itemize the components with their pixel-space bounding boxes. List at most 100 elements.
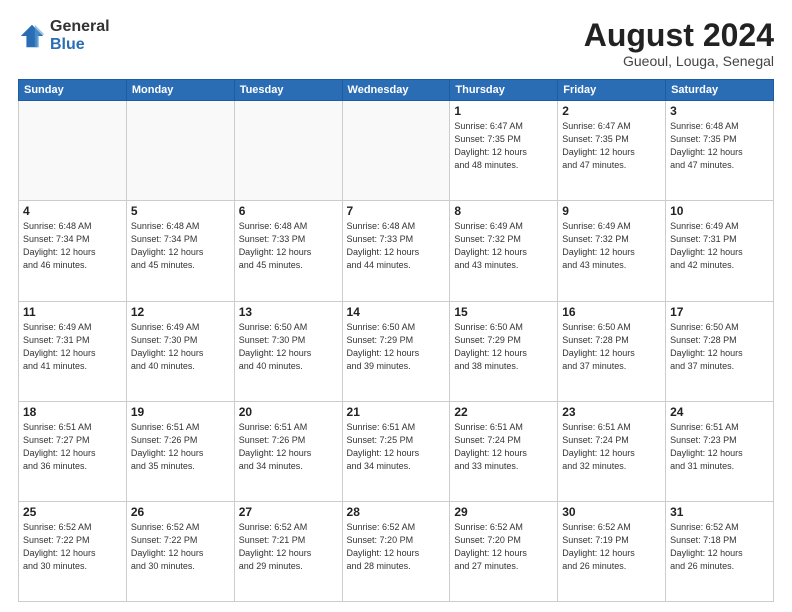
logo: General Blue: [18, 18, 110, 53]
day-number: 15: [454, 305, 553, 319]
day-info: Sunrise: 6:49 AM Sunset: 7:32 PM Dayligh…: [562, 220, 661, 272]
calendar-cell: 13 Sunrise: 6:50 AM Sunset: 7:30 PM Dayli…: [234, 301, 342, 401]
page: General Blue August 2024 Gueoul, Louga, …: [0, 0, 792, 612]
day-number: 14: [347, 305, 446, 319]
calendar-cell: 1Sunrise: 6:47 AM Sunset: 7:35 PM Daylig…: [450, 101, 558, 201]
calendar-cell: 25Sunrise: 6:52 AM Sunset: 7:22 PM Dayli…: [19, 501, 127, 601]
day-number: 10: [670, 204, 769, 218]
day-number: 13: [239, 305, 338, 319]
day-info: Sunrise: 6:50 AM Sunset: 7:29 PM Dayligh…: [454, 321, 553, 373]
calendar-cell: [126, 101, 234, 201]
calendar-day-header: Tuesday: [234, 80, 342, 101]
day-info: Sunrise: 6:49 AM Sunset: 7:32 PM Dayligh…: [454, 220, 553, 272]
day-info: Sunrise: 6:52 AM Sunset: 7:22 PM Dayligh…: [23, 521, 122, 573]
day-number: 24: [670, 405, 769, 419]
day-number: 11: [23, 305, 122, 319]
calendar-day-header: Thursday: [450, 80, 558, 101]
calendar-cell: 4Sunrise: 6:48 AM Sunset: 7:34 PM Daylig…: [19, 201, 127, 301]
calendar-week-row: 18 Sunrise: 6:51 AM Sunset: 7:27 PM Dayli…: [19, 401, 774, 501]
calendar-cell: 8 Sunrise: 6:49 AM Sunset: 7:32 PM Daylig…: [450, 201, 558, 301]
day-number: 17: [670, 305, 769, 319]
day-number: 31: [670, 505, 769, 519]
calendar-cell: 14 Sunrise: 6:50 AM Sunset: 7:29 PM Dayli…: [342, 301, 450, 401]
calendar-day-header: Monday: [126, 80, 234, 101]
day-info: Sunrise: 6:50 AM Sunset: 7:30 PM Dayligh…: [239, 321, 338, 373]
day-number: 6: [239, 204, 338, 218]
logo-general: General: [50, 18, 110, 36]
day-info: Sunrise: 6:50 AM Sunset: 7:28 PM Dayligh…: [670, 321, 769, 373]
day-number: 28: [347, 505, 446, 519]
day-number: 30: [562, 505, 661, 519]
day-number: 26: [131, 505, 230, 519]
day-number: 22: [454, 405, 553, 419]
day-number: 16: [562, 305, 661, 319]
day-info: Sunrise: 6:48 AM Sunset: 7:33 PM Dayligh…: [347, 220, 446, 272]
day-info: Sunrise: 6:52 AM Sunset: 7:18 PM Dayligh…: [670, 521, 769, 573]
calendar-week-row: 4Sunrise: 6:48 AM Sunset: 7:34 PM Daylig…: [19, 201, 774, 301]
calendar-week-row: 11 Sunrise: 6:49 AM Sunset: 7:31 PM Dayli…: [19, 301, 774, 401]
day-number: 5: [131, 204, 230, 218]
calendar-cell: [342, 101, 450, 201]
logo-text: General Blue: [50, 18, 110, 53]
day-info: Sunrise: 6:48 AM Sunset: 7:33 PM Dayligh…: [239, 220, 338, 272]
day-number: 20: [239, 405, 338, 419]
day-info: Sunrise: 6:52 AM Sunset: 7:20 PM Dayligh…: [347, 521, 446, 573]
day-number: 9: [562, 204, 661, 218]
day-number: 7: [347, 204, 446, 218]
calendar-cell: [234, 101, 342, 201]
calendar-week-row: 25Sunrise: 6:52 AM Sunset: 7:22 PM Dayli…: [19, 501, 774, 601]
calendar-cell: 11 Sunrise: 6:49 AM Sunset: 7:31 PM Dayli…: [19, 301, 127, 401]
calendar-cell: 21 Sunrise: 6:51 AM Sunset: 7:25 PM Dayli…: [342, 401, 450, 501]
calendar-cell: 23Sunrise: 6:51 AM Sunset: 7:24 PM Dayli…: [558, 401, 666, 501]
logo-icon: [18, 22, 46, 50]
calendar-cell: 10 Sunrise: 6:49 AM Sunset: 7:31 PM Dayli…: [666, 201, 774, 301]
day-number: 18: [23, 405, 122, 419]
calendar-cell: 7 Sunrise: 6:48 AM Sunset: 7:33 PM Daylig…: [342, 201, 450, 301]
calendar-cell: 28 Sunrise: 6:52 AM Sunset: 7:20 PM Dayli…: [342, 501, 450, 601]
day-info: Sunrise: 6:51 AM Sunset: 7:26 PM Dayligh…: [131, 421, 230, 473]
day-info: Sunrise: 6:50 AM Sunset: 7:29 PM Dayligh…: [347, 321, 446, 373]
calendar-header-row: SundayMondayTuesdayWednesdayThursdayFrid…: [19, 80, 774, 101]
title-area: August 2024 Gueoul, Louga, Senegal: [584, 18, 774, 69]
logo-blue: Blue: [50, 36, 110, 54]
day-number: 27: [239, 505, 338, 519]
day-info: Sunrise: 6:49 AM Sunset: 7:30 PM Dayligh…: [131, 321, 230, 373]
day-info: Sunrise: 6:48 AM Sunset: 7:34 PM Dayligh…: [131, 220, 230, 272]
day-info: Sunrise: 6:52 AM Sunset: 7:21 PM Dayligh…: [239, 521, 338, 573]
calendar-cell: 29Sunrise: 6:52 AM Sunset: 7:20 PM Dayli…: [450, 501, 558, 601]
calendar-cell: 20Sunrise: 6:51 AM Sunset: 7:26 PM Dayli…: [234, 401, 342, 501]
calendar-cell: 5 Sunrise: 6:48 AM Sunset: 7:34 PM Daylig…: [126, 201, 234, 301]
day-number: 29: [454, 505, 553, 519]
day-info: Sunrise: 6:51 AM Sunset: 7:27 PM Dayligh…: [23, 421, 122, 473]
header: General Blue August 2024 Gueoul, Louga, …: [18, 18, 774, 69]
calendar-cell: 12 Sunrise: 6:49 AM Sunset: 7:30 PM Dayli…: [126, 301, 234, 401]
day-number: 12: [131, 305, 230, 319]
calendar-cell: 2 Sunrise: 6:47 AM Sunset: 7:35 PM Daylig…: [558, 101, 666, 201]
day-number: 3: [670, 104, 769, 118]
day-info: Sunrise: 6:47 AM Sunset: 7:35 PM Dayligh…: [562, 120, 661, 172]
calendar-day-header: Friday: [558, 80, 666, 101]
day-info: Sunrise: 6:47 AM Sunset: 7:35 PM Dayligh…: [454, 120, 553, 172]
month-year: August 2024: [584, 18, 774, 53]
calendar-cell: 24Sunrise: 6:51 AM Sunset: 7:23 PM Dayli…: [666, 401, 774, 501]
day-info: Sunrise: 6:48 AM Sunset: 7:34 PM Dayligh…: [23, 220, 122, 272]
day-info: Sunrise: 6:50 AM Sunset: 7:28 PM Dayligh…: [562, 321, 661, 373]
calendar-cell: 31 Sunrise: 6:52 AM Sunset: 7:18 PM Dayli…: [666, 501, 774, 601]
calendar-cell: 27 Sunrise: 6:52 AM Sunset: 7:21 PM Dayli…: [234, 501, 342, 601]
calendar-cell: 17 Sunrise: 6:50 AM Sunset: 7:28 PM Dayli…: [666, 301, 774, 401]
day-info: Sunrise: 6:51 AM Sunset: 7:24 PM Dayligh…: [562, 421, 661, 473]
calendar-cell: 30 Sunrise: 6:52 AM Sunset: 7:19 PM Dayli…: [558, 501, 666, 601]
day-number: 8: [454, 204, 553, 218]
calendar-cell: 22Sunrise: 6:51 AM Sunset: 7:24 PM Dayli…: [450, 401, 558, 501]
day-number: 2: [562, 104, 661, 118]
day-info: Sunrise: 6:52 AM Sunset: 7:19 PM Dayligh…: [562, 521, 661, 573]
calendar-day-header: Saturday: [666, 80, 774, 101]
calendar-cell: 15 Sunrise: 6:50 AM Sunset: 7:29 PM Dayli…: [450, 301, 558, 401]
day-number: 21: [347, 405, 446, 419]
day-info: Sunrise: 6:49 AM Sunset: 7:31 PM Dayligh…: [670, 220, 769, 272]
day-info: Sunrise: 6:49 AM Sunset: 7:31 PM Dayligh…: [23, 321, 122, 373]
day-info: Sunrise: 6:51 AM Sunset: 7:25 PM Dayligh…: [347, 421, 446, 473]
calendar-cell: 18 Sunrise: 6:51 AM Sunset: 7:27 PM Dayli…: [19, 401, 127, 501]
calendar-cell: 26Sunrise: 6:52 AM Sunset: 7:22 PM Dayli…: [126, 501, 234, 601]
calendar-day-header: Sunday: [19, 80, 127, 101]
